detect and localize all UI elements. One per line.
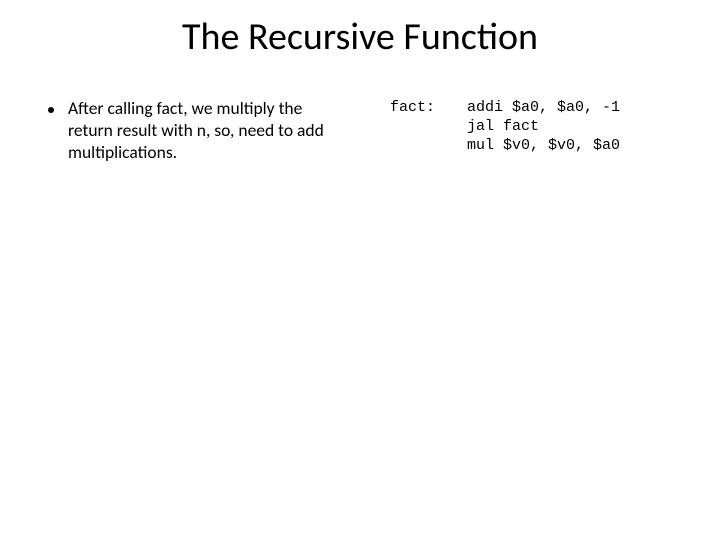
bullet-dot-icon xyxy=(48,107,54,113)
code-line-1: addi $a0, $a0, -1 xyxy=(467,99,620,116)
code-line-2: jal fact xyxy=(467,118,539,135)
bullet-text: After calling fact, we multiply the retu… xyxy=(68,98,350,164)
slide-title: The Recursive Function xyxy=(0,0,720,70)
bullet-item: After calling fact, we multiply the retu… xyxy=(48,98,350,164)
code-label: fact: xyxy=(390,98,467,164)
left-column: After calling fact, we multiply the retu… xyxy=(20,98,360,164)
right-column: fact: addi $a0, $a0, -1 jal fact mul $v0… xyxy=(360,98,700,164)
code-block: addi $a0, $a0, -1 jal fact mul $v0, $v0,… xyxy=(467,98,620,164)
slide-body: After calling fact, we multiply the retu… xyxy=(0,70,720,164)
code-line-3: mul $v0, $v0, $a0 xyxy=(467,137,620,154)
slide: The Recursive Function After calling fac… xyxy=(0,0,720,540)
